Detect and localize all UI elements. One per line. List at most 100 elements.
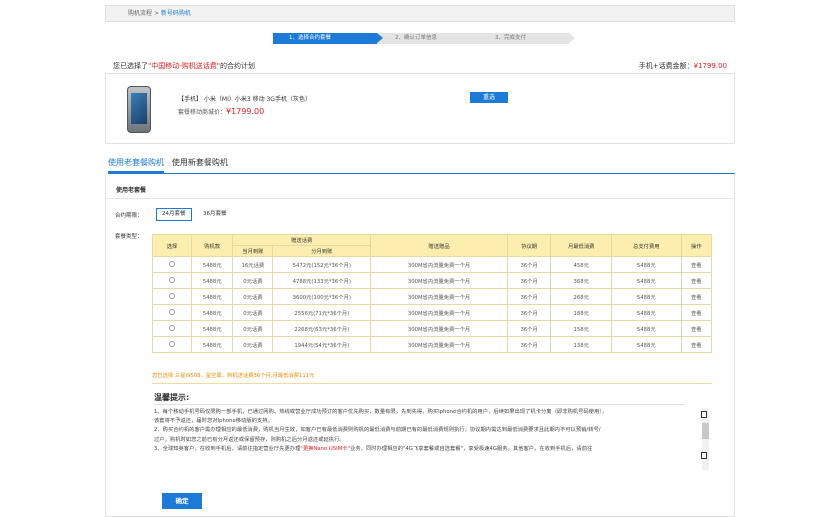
cell-gift-now: 0元话费 <box>232 304 274 321</box>
header-min-spend: 月最低消费 <box>550 234 613 257</box>
tips-content: 1、每个移动手机号码仅限购一部手机，已通过网购、热线或营业厅成功预订的客户优先购… <box>154 408 700 470</box>
cell-term: 36个月 <box>506 336 552 353</box>
cell-min-spend: 268元 <box>550 288 613 305</box>
cell-gift-now: 0元话费 <box>232 320 274 337</box>
step-arrow <box>477 33 483 43</box>
row-select[interactable] <box>151 256 193 273</box>
header-term: 协议期 <box>506 234 552 257</box>
cell-gift-item: 300M省内流量免费一个月 <box>370 256 508 273</box>
cell-gift-item: 300M省内流量免费一个月 <box>370 336 508 353</box>
radio-button[interactable] <box>169 309 176 316</box>
header-gift: 赠送话费 <box>232 234 372 246</box>
cell-total-pay: 5488元 <box>611 304 682 321</box>
view-link[interactable]: 查看 <box>680 256 713 273</box>
view-link[interactable]: 查看 <box>680 336 713 353</box>
cell-gift-item: 300M省内流量免费一个月 <box>370 304 508 321</box>
product-box: 【手机】 小米（MI）小米3 移动 3G手机（灰色） 套餐移动商城价：¥1799… <box>105 73 735 144</box>
term-option-36[interactable]: 36月套餐 <box>197 208 233 221</box>
plan-prefix: 您已选择了 <box>113 62 148 70</box>
table-row: 5488元 0元话费 2268元(63元*36个月) 300M省内流量免费一个月… <box>151 320 713 337</box>
breadcrumb-current: 新号码购机 <box>160 10 191 17</box>
header-gift-monthly: 分月到账 <box>272 245 372 257</box>
table-row: 5488元 16元话费 5472元(152元*36个月) 300M省内流量免费一… <box>151 256 713 273</box>
divider <box>106 198 734 199</box>
tips-scrollbar-thumb[interactable] <box>702 423 709 439</box>
view-link[interactable]: 查看 <box>680 288 713 305</box>
cell-total-pay: 5488元 <box>611 320 682 337</box>
tips-title: 温馨提示: <box>154 393 190 402</box>
row-select[interactable] <box>151 304 193 321</box>
cell-deposit: 5488元 <box>191 304 234 321</box>
row-select[interactable] <box>151 336 193 353</box>
product-name: 【手机】 小米（MI）小米3 移动 3G手机（灰色） <box>178 96 311 103</box>
view-link[interactable]: 查看 <box>680 304 713 321</box>
selection-summary: 您已选择:三星i9508，星空黑，购机送话费36个月,月最低消费111元 <box>152 373 315 379</box>
cell-deposit: 5488元 <box>191 256 234 273</box>
term-label: 合约期限： <box>115 213 143 219</box>
step-2: 2、确认订单信息 <box>377 33 483 44</box>
row-select[interactable] <box>151 288 193 305</box>
breadcrumb-separator: > <box>153 10 159 17</box>
view-link[interactable]: 查看 <box>680 272 713 289</box>
total-label: 手机+话费金额： <box>638 62 694 70</box>
plan-panel: 使用老套餐 合约期限： 24月套餐 36月套餐 套餐类型： 选择 购机款 赠送话… <box>105 175 735 517</box>
step-2-label: 2、确认订单信息 <box>395 35 437 41</box>
cell-gift-item: 300M省内流量免费一个月 <box>370 272 508 289</box>
cell-gift-monthly: 1944元(54元*36个月) <box>272 336 372 353</box>
table-row: 5488元 0元话费 3600元(100元*36个月) 300M省内流量免费一个… <box>151 288 713 305</box>
cell-gift-item: 300M省内流量免费一个月 <box>370 320 508 337</box>
total-price: ¥1799.00 <box>693 62 727 70</box>
radio-button[interactable] <box>169 293 176 300</box>
radio-button[interactable] <box>169 277 176 284</box>
cell-total-pay: 5488元 <box>611 288 682 305</box>
term-option-24[interactable]: 24月套餐 <box>156 208 192 221</box>
step-1-label: 1、选择合约套餐 <box>289 35 331 41</box>
row-select[interactable] <box>151 320 193 337</box>
cell-min-spend: 138元 <box>550 336 613 353</box>
row-select[interactable] <box>151 272 193 289</box>
cell-gift-now: 0元话费 <box>232 336 274 353</box>
cell-gift-now: 16元话费 <box>232 256 274 273</box>
panel-title: 使用老套餐 <box>116 187 147 194</box>
breadcrumb-root[interactable]: 购机流程 <box>128 10 152 17</box>
type-label: 套餐类型： <box>115 234 143 240</box>
table-row: 5488元 0元话费 2556元(71元*36个月) 300M省内流量免费一个月… <box>151 304 713 321</box>
header-gift-item: 赠送赠品 <box>370 234 508 257</box>
cell-gift-monthly: 5472元(152元*36个月) <box>272 256 372 273</box>
product-price: ¥1799.00 <box>226 107 265 116</box>
view-link[interactable]: 查看 <box>680 320 713 337</box>
radio-button[interactable] <box>169 341 176 348</box>
tab-new-plan[interactable]: 使用新套餐购机 <box>172 157 228 173</box>
plan-name: "中国移动-购机送话费" <box>148 62 220 70</box>
confirm-button[interactable]: 确定 <box>162 493 202 509</box>
step-arrow <box>569 33 575 43</box>
cell-total-pay: 5488元 <box>611 272 682 289</box>
cell-term: 36个月 <box>506 320 552 337</box>
checkbox-icon[interactable] <box>701 411 707 418</box>
cell-min-spend: 158元 <box>550 320 613 337</box>
breadcrumb: 购机流程 > 新号码购机 <box>105 5 735 22</box>
cell-total-pay: 5488元 <box>611 256 682 273</box>
table-row: 5488元 0元话费 1944元(54元*36个月) 300M省内流量免费一个月… <box>151 336 713 353</box>
cell-deposit: 5488元 <box>191 272 234 289</box>
cell-gift-now: 0元话费 <box>232 272 274 289</box>
tip-line: 2、购买合约机的客户需办理相应的最低消费，购机当月生效，如客户已有最低消费则购机… <box>154 427 601 434</box>
tip-line: 过户。购机时如您之前已有分月返还或保留预存，则购机之后分月返还或延执行。 <box>154 436 345 443</box>
checkbox-icon[interactable] <box>701 452 707 459</box>
header-gift-now: 当月到账 <box>232 245 274 257</box>
cell-gift-monthly: 2556元(71元*36个月) <box>272 304 372 321</box>
reselect-button[interactable]: 重选 <box>470 92 508 103</box>
cell-min-spend: 188元 <box>550 304 613 321</box>
radio-button[interactable] <box>169 261 176 268</box>
header-deposit: 购机款 <box>191 234 234 257</box>
cell-deposit: 5488元 <box>191 288 234 305</box>
step-3-label: 3、完成支付 <box>495 35 526 41</box>
cell-gift-monthly: 3600元(100元*36个月) <box>272 288 372 305</box>
header-total-pay: 总支付费用 <box>611 234 682 257</box>
plan-tabs: 使用老套餐购机 使用新套餐购机 <box>108 157 735 174</box>
cell-total-pay: 5488元 <box>611 336 682 353</box>
tab-old-plan[interactable]: 使用老套餐购机 <box>108 157 164 173</box>
radio-button[interactable] <box>169 325 176 332</box>
divider <box>154 404 684 405</box>
plans-table: 选择 购机款 赠送话费 赠送赠品 协议期 月最低消费 总支付费用 操作 当月到账… <box>151 234 713 353</box>
